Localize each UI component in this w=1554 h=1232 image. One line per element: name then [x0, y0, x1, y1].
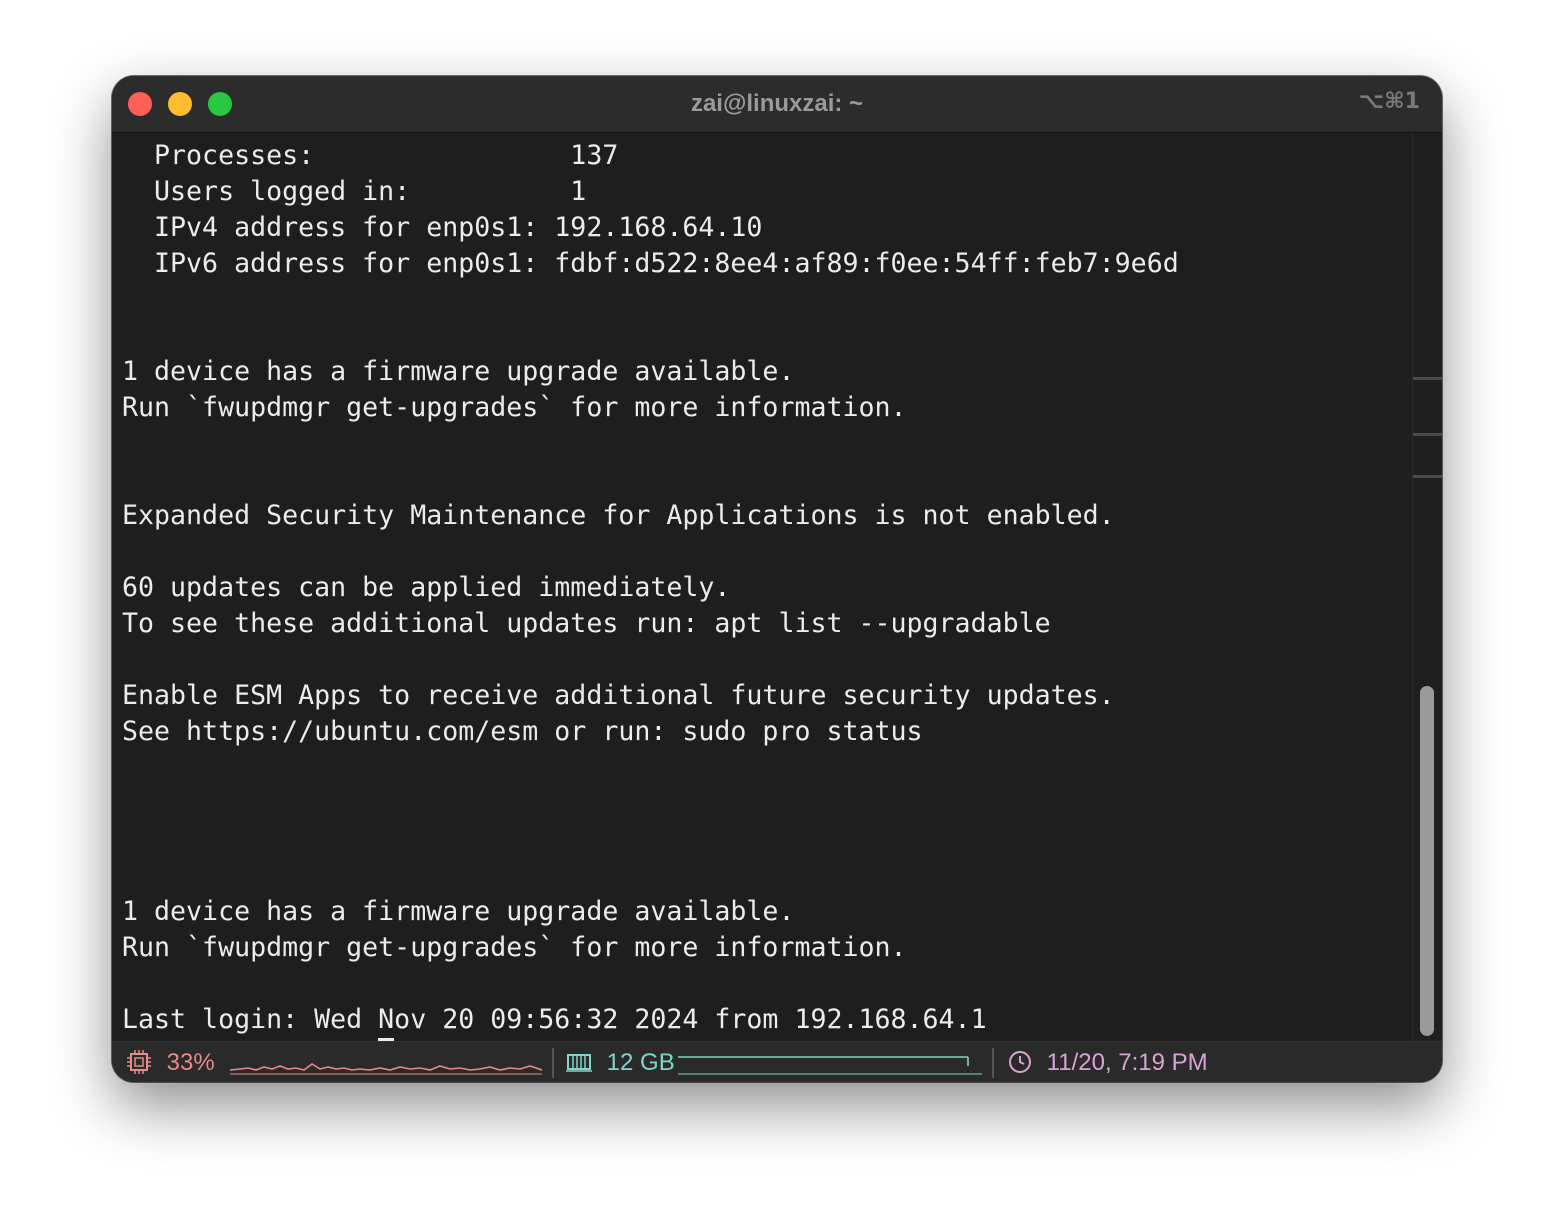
cpu-sparkline [230, 1063, 542, 1075]
clock-icon [1009, 1051, 1031, 1073]
window-shortcut: ⌥⌘1 [1358, 89, 1420, 114]
terminal-line: IPv4 address for enp0s1: 192.168.64.10 [122, 212, 763, 243]
terminal-line: Users logged in: 1 [122, 176, 587, 207]
terminal-line: IPv6 address for enp0s1: fdbf:d522:8ee4:… [122, 248, 1179, 279]
terminal-line: Enable ESM Apps to receive additional fu… [122, 680, 1115, 711]
cpu-status[interactable]: 33% [126, 1042, 215, 1082]
window-title: zai@linuxzai: ~ [690, 90, 864, 117]
memory-sparkline [678, 1056, 982, 1075]
cpu-value: 33% [166, 1049, 215, 1076]
clock-status[interactable]: 11/20, 7:19 PM [1008, 1042, 1208, 1082]
terminal-line: Processes: 137 [122, 140, 619, 171]
terminal-line: Expanded Security Maintenance for Applic… [122, 500, 1115, 531]
cpu-icon [127, 1050, 151, 1074]
memory-status[interactable]: 12 GB [566, 1042, 675, 1082]
terminal-line: To see these additional updates run: apt… [122, 608, 1051, 639]
memory-value: 12 GB [606, 1049, 675, 1076]
title-bar[interactable]: zai@linuxzai: ~ ⌥⌘1 [112, 76, 1442, 133]
terminal-line: Last login: Wed Nov 20 09:56:32 2024 fro… [122, 1004, 987, 1035]
terminal-line: 1 device has a firmware upgrade availabl… [122, 896, 795, 927]
terminal-line: Run `fwupdmgr get-upgrades` for more inf… [122, 932, 907, 963]
memory-icon [566, 1054, 592, 1072]
terminal-output[interactable]: Processes: 137 Users logged in: 1 IPv4 a… [112, 133, 1412, 1041]
terminal-window: zai@linuxzai: ~ ⌥⌘1 Processes: 137 Users… [112, 76, 1442, 1082]
terminal-line: 60 updates can be applied immediately. [122, 572, 731, 603]
scroll-thumb[interactable] [1420, 686, 1434, 1036]
terminal-line: Run `fwupdmgr get-upgrades` for more inf… [122, 392, 907, 423]
scroll-mark [1413, 475, 1442, 478]
scroll-mark [1413, 377, 1442, 380]
terminal-line: See https://ubuntu.com/esm or run: sudo … [122, 716, 923, 747]
status-bar: 33% 12 GB 11/20, 7:19 PM [112, 1041, 1442, 1082]
terminal-line: 1 device has a firmware upgrade availabl… [122, 356, 795, 387]
clock-value: 11/20, 7:19 PM [1046, 1049, 1208, 1076]
scrollbar[interactable] [1412, 133, 1442, 1041]
scroll-mark [1413, 433, 1442, 436]
